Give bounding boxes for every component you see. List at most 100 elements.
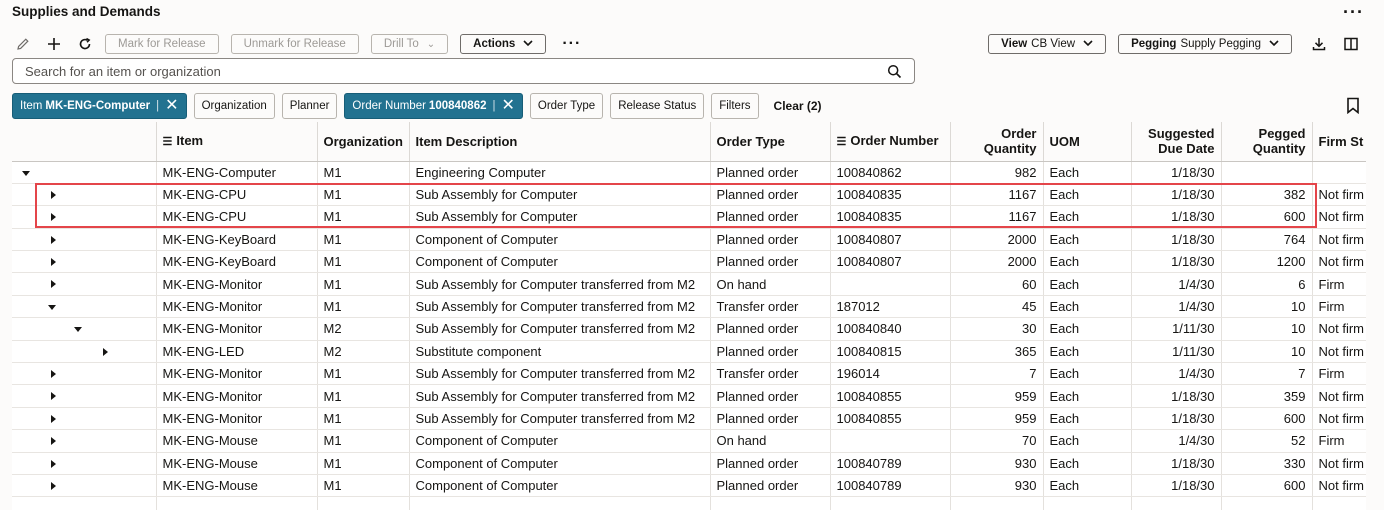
order-type-filter-chip[interactable]: Order Type bbox=[529, 93, 604, 119]
table-row[interactable]: MK-ENG-Monitor M1 Sub Assembly for Compute… bbox=[12, 384, 1366, 408]
refresh-icon[interactable] bbox=[74, 34, 96, 54]
expand-row-icon[interactable] bbox=[51, 459, 56, 468]
order-quantity-cell: 982 bbox=[950, 161, 1044, 184]
pegged-quantity-cell: 52 bbox=[1221, 429, 1313, 453]
expand-row-icon[interactable] bbox=[51, 370, 56, 379]
expand-row-icon[interactable] bbox=[51, 280, 56, 289]
table-row[interactable]: MK-ENG-Monitor M1 Sub Assembly for Compute… bbox=[12, 295, 1366, 319]
view-select[interactable]: View CB View bbox=[988, 34, 1107, 54]
suggested-due-date-column-header[interactable]: Suggested Due Date bbox=[1131, 122, 1222, 162]
order-number-cell: 100840835 bbox=[830, 205, 951, 229]
add-icon[interactable] bbox=[43, 34, 65, 54]
close-icon[interactable]: ✕ bbox=[165, 98, 178, 114]
order-type-column-header[interactable]: Order Type bbox=[710, 122, 831, 162]
item-cell: MK-ENG-LED bbox=[156, 340, 318, 364]
collapse-row-icon[interactable] bbox=[74, 327, 82, 333]
firm-status-column-header[interactable]: Firm St bbox=[1312, 122, 1366, 162]
order-type-cell: Planned order bbox=[710, 205, 831, 229]
table-row[interactable]: MK-ENG-Mouse M1 Component of Computer Plann… bbox=[12, 474, 1366, 498]
mark-for-release-button[interactable]: Mark for Release bbox=[105, 34, 219, 54]
description-cell: Sub Assembly for Computer transferred fr… bbox=[409, 362, 711, 386]
collapse-row-icon[interactable] bbox=[22, 170, 30, 176]
expand-row-icon[interactable] bbox=[51, 392, 56, 401]
bookmark-icon[interactable] bbox=[1346, 97, 1360, 117]
organization-column-header[interactable]: Organization bbox=[317, 122, 410, 162]
order-quantity-column-header[interactable]: Order Quantity bbox=[950, 122, 1044, 162]
description-cell: Component of Computer bbox=[409, 474, 711, 498]
download-icon[interactable] bbox=[1308, 34, 1330, 54]
empty-row bbox=[12, 496, 1366, 510]
organization-cell: M1 bbox=[317, 183, 410, 207]
sort-icon[interactable]: ☰ bbox=[163, 136, 173, 148]
description-cell: Sub Assembly for Computer bbox=[409, 205, 711, 229]
page-more-icon[interactable]: ··· bbox=[1343, 2, 1364, 23]
order-number-filter-chip[interactable]: Order Number 100840862 | ✕ bbox=[344, 93, 523, 119]
order-type-cell: Planned order bbox=[710, 474, 831, 498]
split-view-icon[interactable] bbox=[1340, 34, 1362, 54]
item-column-header[interactable]: ☰ Item bbox=[156, 122, 318, 162]
expand-row-icon[interactable] bbox=[51, 481, 56, 490]
firm-status-cell: Not firm bbox=[1312, 205, 1366, 229]
order-quantity-cell: 60 bbox=[950, 272, 1044, 296]
table-row[interactable]: MK-ENG-Monitor M1 Sub Assembly for Compute… bbox=[12, 362, 1366, 386]
table-row[interactable]: MK-ENG-Mouse M1 Component of Computer Plann… bbox=[12, 452, 1366, 475]
actions-label: Actions bbox=[473, 38, 516, 50]
organization-cell: M1 bbox=[317, 429, 410, 453]
clear-filters-button[interactable]: Clear (2) bbox=[765, 93, 830, 119]
order-number-column-header[interactable]: ☰ Order Number bbox=[830, 122, 951, 162]
table-row[interactable]: MK-ENG-CPU M1 Sub Assembly for Computer Pla… bbox=[12, 205, 1366, 229]
due-date-cell: 1/4/30 bbox=[1131, 429, 1222, 453]
firm-status-cell: Firm bbox=[1312, 295, 1366, 319]
planner-filter-chip[interactable]: Planner bbox=[281, 93, 338, 119]
expand-row-icon[interactable] bbox=[51, 437, 56, 446]
table-row[interactable]: MK-ENG-LED M2 Substitute component Planned … bbox=[12, 340, 1366, 364]
expand-row-icon[interactable] bbox=[103, 347, 108, 356]
release-status-filter-chip[interactable]: Release Status bbox=[610, 93, 705, 119]
uom-cell: Each bbox=[1043, 474, 1132, 498]
expand-row-icon[interactable] bbox=[51, 190, 56, 199]
pegged-quantity-column-header[interactable]: Pegged Quantity bbox=[1221, 122, 1313, 162]
search-icon[interactable] bbox=[887, 64, 902, 82]
edit-pencil-icon[interactable] bbox=[12, 34, 34, 54]
organization-filter-chip[interactable]: Organization bbox=[193, 93, 275, 119]
order-quantity-cell: 930 bbox=[950, 474, 1044, 498]
table-row[interactable]: MK-ENG-Mouse M1 Component of Computer On ha… bbox=[12, 429, 1366, 453]
close-icon[interactable]: ✕ bbox=[501, 98, 514, 114]
actions-button[interactable]: Actions bbox=[460, 34, 547, 54]
tree-column-header bbox=[12, 122, 157, 162]
item-cell: MK-ENG-Mouse bbox=[156, 429, 318, 453]
expand-row-icon[interactable] bbox=[51, 213, 56, 222]
item-cell: MK-ENG-Monitor bbox=[156, 317, 318, 341]
uom-column-header[interactable]: UOM bbox=[1043, 122, 1132, 162]
right-toolbar: View CB View Pegging Supply Pegging bbox=[988, 34, 1368, 54]
expand-row-icon[interactable] bbox=[51, 414, 56, 423]
table-row[interactable]: MK-ENG-KeyBoard M1 Component of Computer Pl… bbox=[12, 250, 1366, 274]
table-row[interactable]: MK-ENG-CPU M1 Sub Assembly for Computer Pla… bbox=[12, 183, 1366, 207]
order-number-cell: 100840807 bbox=[830, 250, 951, 274]
pegging-select[interactable]: Pegging Supply Pegging bbox=[1118, 34, 1292, 54]
table-row[interactable]: MK-ENG-Computer M1 Engineering Computer Pla… bbox=[12, 161, 1366, 184]
organization-cell: M1 bbox=[317, 228, 410, 252]
description-column-header[interactable]: Item Description bbox=[409, 122, 711, 162]
table-row[interactable]: MK-ENG-Monitor M1 Sub Assembly for Compute… bbox=[12, 407, 1366, 431]
order-quantity-cell: 2000 bbox=[950, 228, 1044, 252]
unmark-for-release-button[interactable]: Unmark for Release bbox=[230, 34, 359, 54]
table-row[interactable]: MK-ENG-KeyBoard M1 Component of Computer Pl… bbox=[12, 228, 1366, 252]
table-row[interactable]: MK-ENG-Monitor M2 Sub Assembly for Compute… bbox=[12, 317, 1366, 341]
table-row[interactable]: MK-ENG-Monitor M1 Sub Assembly for Compute… bbox=[12, 272, 1366, 296]
tree-toggle-cell bbox=[12, 295, 157, 319]
firm-status-cell: Not firm bbox=[1312, 407, 1366, 431]
due-date-cell: 1/4/30 bbox=[1131, 272, 1222, 296]
description-cell: Sub Assembly for Computer bbox=[409, 183, 711, 207]
order-type-cell: Transfer order bbox=[710, 295, 831, 319]
collapse-row-icon[interactable] bbox=[48, 304, 56, 310]
order-number-filter-label: Order Number bbox=[352, 100, 426, 112]
more-horizontal-icon[interactable]: ··· bbox=[562, 35, 581, 53]
filters-button[interactable]: Filters bbox=[711, 93, 759, 119]
search-input[interactable]: Search for an item or organization bbox=[12, 58, 915, 84]
item-filter-chip[interactable]: Item MK-ENG-Computer | ✕ bbox=[12, 93, 187, 119]
drill-to-button[interactable]: Drill To ⌄ bbox=[370, 34, 449, 54]
expand-row-icon[interactable] bbox=[51, 258, 56, 267]
sort-icon[interactable]: ☰ bbox=[837, 136, 847, 148]
expand-row-icon[interactable] bbox=[51, 235, 56, 244]
